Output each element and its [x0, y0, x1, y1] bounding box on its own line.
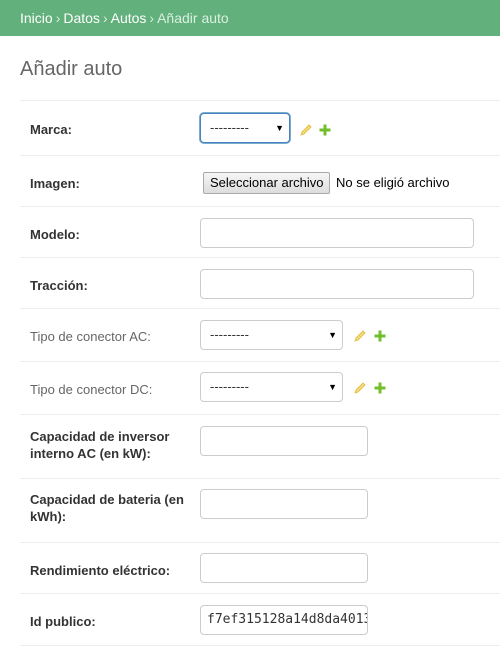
- breadcrumb-separator: ›: [149, 10, 155, 26]
- imagen-label: Imagen:: [30, 176, 80, 191]
- modelo-input[interactable]: [200, 218, 474, 248]
- modelo-label: Modelo:: [30, 227, 80, 242]
- traccion-label: Tracción:: [30, 278, 88, 293]
- file-upload-status: No se eligió archivo: [336, 175, 450, 190]
- field-row-conector-dc: Tipo de conector DC: --------- ▼: [20, 362, 500, 415]
- breadcrumb-separator: ›: [102, 10, 108, 26]
- bateria-label-line1: Capacidad de bateria (en: [30, 492, 184, 507]
- pencil-icon[interactable]: [353, 381, 367, 395]
- breadcrumb-current: Añadir auto: [157, 10, 229, 26]
- bateria-input[interactable]: [200, 489, 368, 519]
- field-row-id-publico: Id publico: f7ef315128a14d8da40132: [20, 594, 500, 646]
- field-row-marca: Marca: --------- ▼: [20, 101, 500, 156]
- conector-dc-label: Tipo de conector DC:: [30, 382, 153, 397]
- field-row-imagen: Imagen: Seleccionar archivo No se eligió…: [20, 156, 500, 207]
- dropdown-arrow-icon: ▼: [328, 330, 337, 340]
- id-publico-label: Id publico:: [30, 614, 96, 629]
- plus-icon[interactable]: [318, 123, 332, 137]
- conector-dc-select-value: ---------: [210, 379, 249, 394]
- dropdown-arrow-icon: ▼: [275, 123, 284, 133]
- field-row-modelo: Modelo:: [20, 207, 500, 258]
- breadcrumb: Inicio › Datos › Autos › Añadir auto: [0, 0, 500, 36]
- conector-ac-select-value: ---------: [210, 327, 249, 342]
- breadcrumb-separator: ›: [55, 10, 61, 26]
- plus-icon[interactable]: [373, 381, 387, 395]
- field-row-rendimiento: Rendimiento eléctrico:: [20, 543, 500, 594]
- inversor-label-line2: interno AC (en kW):: [30, 446, 151, 461]
- rendimiento-input[interactable]: [200, 553, 368, 583]
- marca-select[interactable]: --------- ▼: [200, 113, 290, 143]
- rendimiento-label: Rendimiento eléctrico:: [30, 563, 171, 578]
- id-publico-input[interactable]: f7ef315128a14d8da40132: [200, 605, 368, 635]
- conector-ac-label: Tipo de conector AC:: [30, 329, 151, 344]
- marca-label: Marca:: [30, 122, 72, 137]
- file-upload-button[interactable]: Seleccionar archivo: [203, 172, 331, 194]
- inversor-input[interactable]: [200, 426, 368, 456]
- dropdown-arrow-icon: ▼: [328, 382, 337, 392]
- bateria-label: Capacidad de bateria (en kWh):: [30, 491, 184, 525]
- marca-select-value: ---------: [210, 120, 249, 135]
- field-row-traccion: Tracción:: [20, 258, 500, 309]
- conector-ac-select[interactable]: --------- ▼: [200, 320, 343, 350]
- pencil-icon[interactable]: [299, 123, 313, 137]
- add-auto-form: Marca: --------- ▼ Imagen: Seleccionar a…: [20, 100, 500, 646]
- field-row-inversor: Capacidad de inversor interno AC (en kW):: [20, 415, 500, 479]
- field-row-conector-ac: Tipo de conector AC: --------- ▼: [20, 309, 500, 362]
- pencil-icon[interactable]: [353, 329, 367, 343]
- plus-icon[interactable]: [373, 329, 387, 343]
- field-row-bateria: Capacidad de bateria (en kWh):: [20, 479, 500, 543]
- breadcrumb-app-link[interactable]: Datos: [63, 10, 100, 26]
- traccion-input[interactable]: [200, 269, 474, 299]
- breadcrumb-home-link[interactable]: Inicio: [20, 10, 53, 26]
- inversor-label: Capacidad de inversor interno AC (en kW):: [30, 428, 169, 462]
- inversor-label-line1: Capacidad de inversor: [30, 429, 170, 444]
- breadcrumb-model-link[interactable]: Autos: [111, 10, 147, 26]
- conector-dc-select[interactable]: --------- ▼: [200, 372, 343, 402]
- page-title: Añadir auto: [20, 58, 123, 80]
- bateria-label-line2: kWh):: [30, 509, 67, 524]
